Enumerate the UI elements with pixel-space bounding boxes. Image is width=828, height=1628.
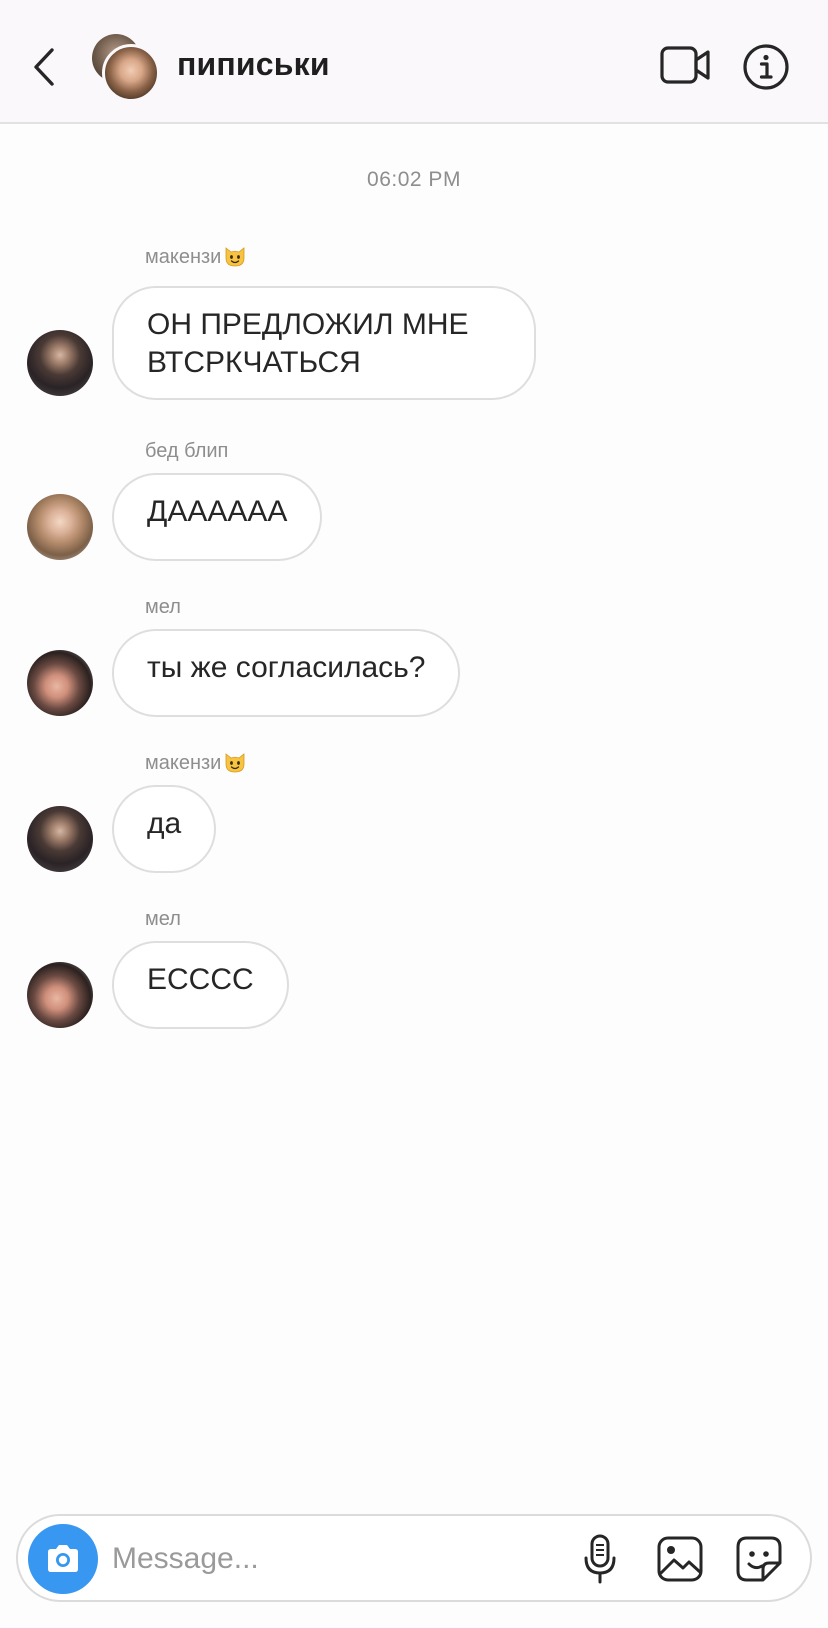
avatar[interactable] [27,806,93,872]
sender-name: бед блип [145,437,228,465]
camera-button[interactable] [28,1524,98,1594]
chevron-left-icon [34,48,54,86]
message-row: макензи ОН ПРЕДЛОЖИЛ МНЕ ВТСРКЧАТЬСЯ [0,243,828,403]
sender-name-text: мел [145,595,181,618]
chat-header: пиписьки [0,0,828,124]
sender-name-text: макензи [145,245,222,268]
sticker-icon [736,1536,782,1582]
sticker-button[interactable] [732,1532,786,1586]
message-bubble[interactable]: ОН ПРЕДЛОЖИЛ МНЕ ВТСРКЧАТЬСЯ [112,286,536,400]
image-gallery-icon [657,1536,703,1582]
message-row: бед блип ДАААААА [0,437,828,562]
avatar[interactable] [27,494,93,560]
sender-name: мел [145,905,181,933]
message-bubble[interactable]: ДАААААА [112,473,323,561]
chat-screen: пиписьки 06:02 PM макензи ОН ПРЕДЛОЖИЛ М… [0,0,828,1628]
sender-name: макензи [145,243,247,271]
avatar[interactable] [27,962,93,1028]
sender-name-text: бед блип [145,439,229,462]
info-icon [743,44,789,90]
gallery-button[interactable] [653,1532,707,1586]
camera-icon [48,1545,78,1572]
group-avatar-front [102,44,160,102]
message-row: мел ты же согласилась? [0,593,828,718]
thread-info-button[interactable] [742,43,790,91]
message-row: мел ЕССCC [0,905,828,1030]
cat-face-icon [225,753,245,773]
cat-face-icon [225,247,245,267]
voice-message-button[interactable] [573,1532,627,1586]
thread-timestamp: 06:02 PM [367,168,461,191]
message-bubble[interactable]: ты же согласилась? [112,629,461,717]
message-composer [16,1514,812,1602]
video-camera-icon [660,46,710,84]
microphone-icon [584,1534,616,1584]
message-bubble[interactable]: ЕССCC [112,941,289,1029]
sender-name-text: макензи [145,751,222,774]
message-bubble[interactable]: да [112,785,217,873]
sender-name-text: мел [145,907,181,930]
sender-name: мел [145,593,181,621]
message-input[interactable] [110,1530,554,1588]
group-avatar-stack[interactable] [88,30,160,102]
avatar[interactable] [27,650,93,716]
video-call-button[interactable] [660,42,712,88]
back-button[interactable] [22,42,66,92]
avatar[interactable] [27,330,93,396]
sender-name: макензи [145,749,247,777]
message-row: макензи да [0,749,828,874]
chat-title[interactable]: пиписьки [177,46,330,83]
